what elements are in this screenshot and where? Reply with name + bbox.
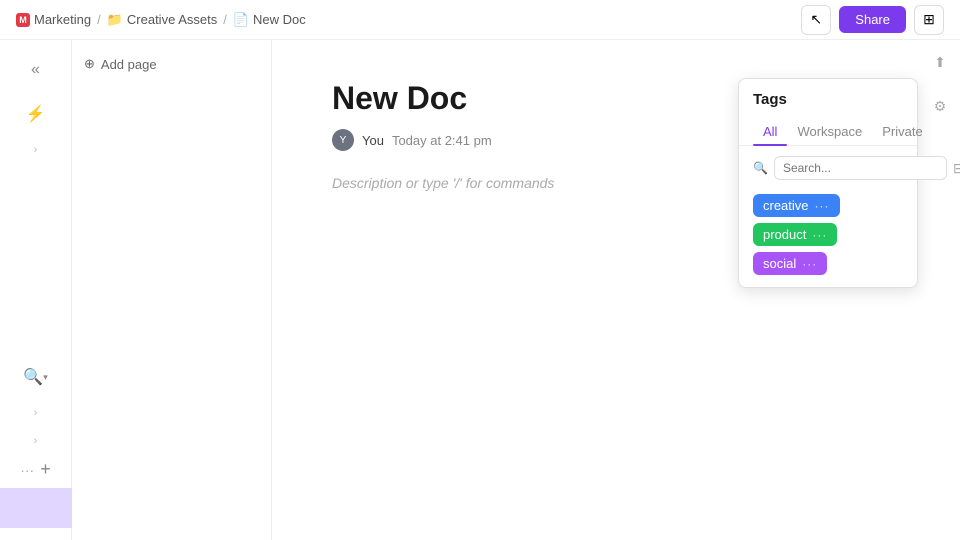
tag-product-dots: ··· xyxy=(812,228,827,242)
content-wrapper: New Doc Y You Today at 2:41 pm Descripti… xyxy=(272,40,960,540)
sidebar-expand-3[interactable]: › xyxy=(30,431,42,451)
tags-filter-icon[interactable]: ⊟ xyxy=(953,160,960,177)
search-icon: 🔍 xyxy=(23,367,43,387)
cursor-button[interactable]: ↖ xyxy=(801,5,831,35)
tags-header: Tags All Workspace Private xyxy=(739,79,917,146)
bolt-icon: ⚡ xyxy=(26,104,46,124)
share-button[interactable]: Share xyxy=(839,6,906,33)
header: M Marketing / 📁 Creative Assets / 📄 New … xyxy=(0,0,960,40)
sidebar-more-icon[interactable]: ··· xyxy=(20,462,34,478)
sidebar: « ⚡ › 🔍 ▾ › › ··· + xyxy=(0,40,72,540)
tag-social-label: social xyxy=(763,256,796,271)
tag-product[interactable]: product ··· xyxy=(753,223,837,246)
upload-icon[interactable]: ⬆ xyxy=(926,48,954,76)
add-page-button[interactable]: ⊕ Add page xyxy=(84,52,259,76)
sidebar-expand-2[interactable]: › xyxy=(30,403,42,423)
sidebar-expand-1[interactable]: › xyxy=(30,140,42,160)
left-panel: ⊕ Add page xyxy=(72,40,272,540)
tag-social[interactable]: social ··· xyxy=(753,252,827,275)
add-page-icon: ⊕ xyxy=(84,56,95,72)
tags-search-row: 🔍 ⊟ xyxy=(739,146,917,186)
search-chevron: ▾ xyxy=(43,372,48,383)
main-layout: « ⚡ › 🔍 ▾ › › ··· + ⊕ Add page New xyxy=(0,40,960,540)
settings-icon[interactable]: ⚙ xyxy=(926,92,954,120)
breadcrumb-doc-label: New Doc xyxy=(253,12,306,27)
add-page-label: Add page xyxy=(101,57,157,72)
sidebar-bottom: ··· + xyxy=(0,459,72,528)
folder-icon: 📁 xyxy=(107,12,123,28)
cursor-icon: ↖ xyxy=(810,11,822,28)
breadcrumb-sep-1: / xyxy=(97,12,101,27)
doc-date: Today at 2:41 pm xyxy=(392,133,492,148)
layout-icon: ⊞ xyxy=(923,11,935,28)
tags-panel: Tags All Workspace Private 🔍 ⊟ creative … xyxy=(738,78,918,288)
breadcrumb-folder-label: Creative Assets xyxy=(127,12,217,27)
sidebar-add-icon[interactable]: + xyxy=(40,459,51,480)
tags-search-icon: 🔍 xyxy=(753,161,768,175)
author-avatar: Y xyxy=(332,129,354,151)
tag-social-dots: ··· xyxy=(802,257,817,271)
breadcrumb-doc[interactable]: 📄 New Doc xyxy=(233,12,306,28)
tags-list: creative ··· product ··· social ··· xyxy=(739,186,917,287)
breadcrumb-marketing-label: Marketing xyxy=(34,12,91,27)
doc-author: You xyxy=(362,133,384,148)
breadcrumb-marketing[interactable]: M Marketing xyxy=(16,12,91,27)
content-right-icons: ⬆ ⚙ xyxy=(920,40,960,128)
marketing-icon: M xyxy=(16,13,30,27)
sidebar-bolt-icon[interactable]: ⚡ xyxy=(18,96,54,132)
tab-all[interactable]: All xyxy=(753,118,787,145)
tag-creative-dots: ··· xyxy=(815,199,830,213)
tags-title: Tags xyxy=(753,91,903,108)
sidebar-search-icon[interactable]: 🔍 ▾ xyxy=(18,359,54,395)
tag-creative-label: creative xyxy=(763,198,809,213)
tag-creative[interactable]: creative ··· xyxy=(753,194,840,217)
breadcrumb-folder[interactable]: 📁 Creative Assets xyxy=(107,12,218,28)
tab-private[interactable]: Private xyxy=(872,118,932,145)
tags-search-input[interactable] xyxy=(774,156,947,180)
layout-button[interactable]: ⊞ xyxy=(914,5,944,35)
chevron-left-icon: « xyxy=(31,61,40,79)
breadcrumb-sep-2: / xyxy=(223,12,227,27)
sidebar-collapse-icon[interactable]: « xyxy=(18,52,54,88)
doc-icon: 📄 xyxy=(233,12,249,28)
breadcrumb: M Marketing / 📁 Creative Assets / 📄 New … xyxy=(16,12,306,28)
tab-workspace[interactable]: Workspace xyxy=(787,118,872,145)
tags-tabs: All Workspace Private xyxy=(739,118,917,146)
tag-product-label: product xyxy=(763,227,806,242)
sidebar-selected-bar xyxy=(0,488,72,528)
header-actions: ↖ Share ⊞ xyxy=(801,5,944,35)
